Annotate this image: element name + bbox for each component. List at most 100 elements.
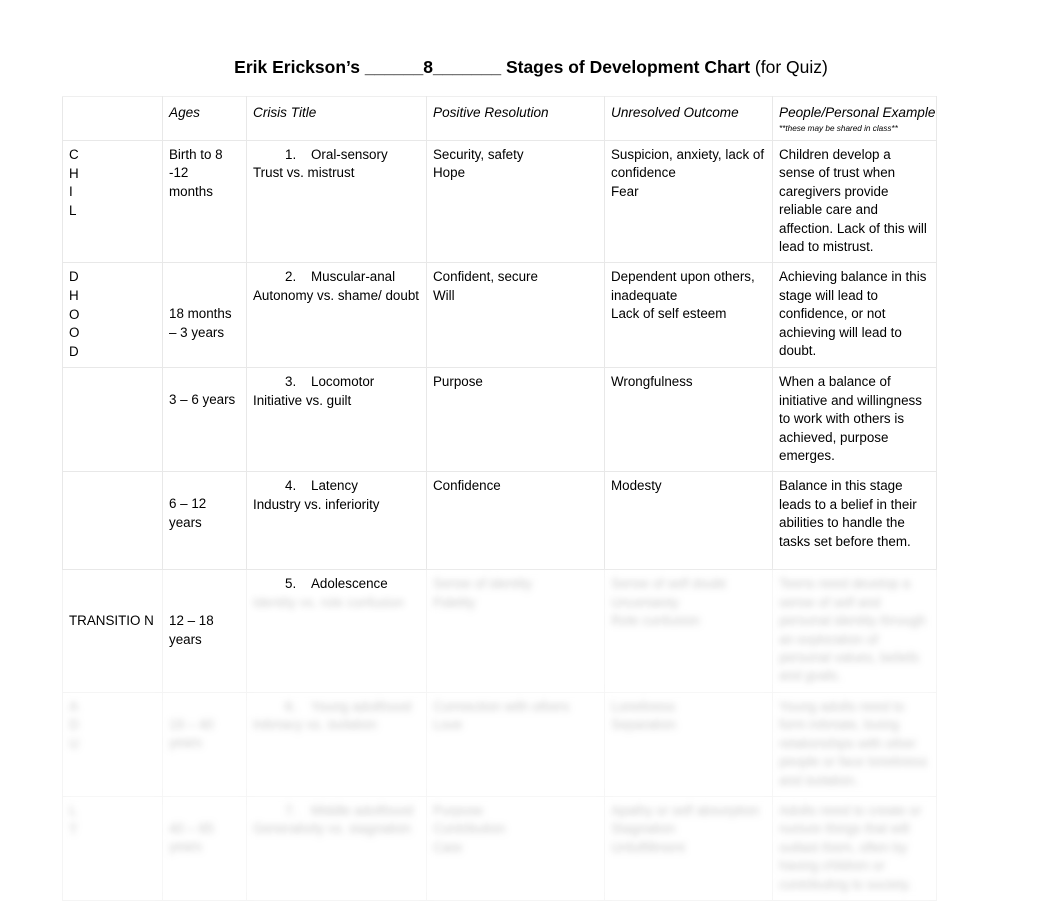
cell-crisis-title: 5. Adolescence Identity vs. role confusio… — [246, 569, 427, 693]
cell-people-example: Achieving balance in this stage will lea… — [772, 262, 937, 369]
ages-line: 19 – 40 — [169, 716, 214, 732]
unresolved-line: Role confusion — [611, 613, 700, 629]
cell-ages: Birth to 8 -12 months — [162, 139, 247, 264]
crisis-subtitle: Industry vs. inferiority — [253, 496, 380, 512]
ages-line: years — [169, 514, 202, 530]
ages-line: years — [169, 839, 202, 855]
table-row: LT 40 – 65 years 7. Middle adulthood Gene… — [62, 795, 937, 901]
positive-line: Will — [433, 287, 455, 303]
stage-letter: O — [69, 325, 80, 341]
crisis-number: 6. — [285, 698, 297, 714]
cell-stage: C H I L — [62, 139, 163, 264]
cell-stage — [62, 367, 163, 473]
positive-line: Hope — [433, 165, 466, 181]
crisis-subtitle: Autonomy vs. shame/ doubt — [253, 287, 419, 303]
header-positive-resolution: Positive Resolution — [426, 96, 605, 141]
stage-letter: H — [69, 288, 79, 304]
cell-positive-resolution: Purpose — [426, 367, 605, 473]
crisis-name-line: 3. Locomotor — [253, 373, 420, 391]
header-ages-label: Ages — [169, 105, 200, 120]
development-chart: Ages Crisis Title Positive Resolution Un… — [62, 96, 937, 901]
cell-unresolved-outcome: Loneliness Separation — [604, 691, 773, 797]
unresolved-line: Dependent upon others, — [611, 269, 755, 285]
header-people-example-note: **these may be shared in class** — [779, 124, 898, 133]
cell-people-example: Children develop a sense of trust when c… — [772, 139, 937, 264]
ages-line: years — [169, 735, 202, 751]
unresolved-line: Uncertainty — [611, 594, 679, 610]
table-row: TRANSITIO N 12 – 18 years 5. Adolescence … — [62, 569, 937, 693]
unresolved-line: confidence — [611, 165, 676, 181]
stage-letter: D — [69, 343, 79, 359]
cell-unresolved-outcome: Wrongfulness — [604, 367, 773, 473]
page-title-bold: Erik Erickson’s ______8_______ Stages of… — [234, 57, 751, 77]
positive-line: Confidence — [433, 478, 501, 494]
header-positive-resolution-label: Positive Resolution — [433, 105, 549, 120]
cell-positive-resolution: Security, safety Hope — [426, 139, 605, 264]
ages-line: 12 – 18 — [169, 613, 214, 629]
table-row: 6 – 12 years 4. Latency Industry vs. infe… — [62, 471, 937, 571]
ages-line: 18 months — [169, 306, 232, 322]
cell-ages: 12 – 18 years — [162, 569, 247, 693]
stage-letter: D — [69, 269, 79, 285]
cell-unresolved-outcome: Modesty — [604, 471, 773, 571]
page-title-suffix: (for Quiz) — [754, 57, 828, 77]
crisis-number: 3. — [285, 374, 297, 390]
unresolved-line: Lack of self esteem — [611, 306, 727, 322]
positive-line: Confident, secure — [433, 269, 538, 285]
cell-stage: TRANSITIO N — [62, 569, 163, 693]
cell-ages: 40 – 65 years — [162, 795, 247, 901]
document-page: Erik Erickson’s ______8_______ Stages of… — [0, 0, 1062, 901]
cell-people-example: Teens need develop a sense of self and p… — [772, 569, 937, 693]
unresolved-line: Separation — [611, 717, 676, 733]
table-row: D H O O D 18 months – 3 years 2. Muscula… — [62, 262, 937, 369]
crisis-name: Muscular-anal — [311, 269, 396, 285]
crisis-subtitle: Generativity vs. stagnation — [253, 821, 411, 837]
cell-stage: ADU — [62, 691, 163, 797]
positive-line: Purpose — [433, 802, 483, 818]
cell-crisis-title: 7. Middle adulthood Generativity vs. stag… — [246, 795, 427, 901]
cell-people-example: Balance in this stage leads to a belief … — [772, 471, 937, 571]
cell-ages: 3 – 6 years — [162, 367, 247, 473]
header-people-example-label: People/Personal Example — [779, 105, 936, 120]
cell-people-example: When a balance of initiative and willing… — [772, 367, 937, 473]
chart-table: Ages Crisis Title Positive Resolution Un… — [62, 96, 937, 901]
ages-line: 6 – 12 — [169, 496, 207, 512]
cell-positive-resolution: Purpose Contribution Care — [426, 795, 605, 901]
header-unresolved-outcome: Unresolved Outcome — [604, 96, 773, 141]
ages-line: 40 – 65 — [169, 820, 214, 836]
cell-ages: 18 months – 3 years — [162, 262, 247, 369]
header-unresolved-outcome-label: Unresolved Outcome — [611, 105, 739, 120]
cell-positive-resolution: Sense of identity Fidelity — [426, 569, 605, 693]
crisis-subtitle: Trust vs. mistrust — [253, 165, 355, 181]
positive-line: Care — [433, 839, 463, 855]
table-header-row: Ages Crisis Title Positive Resolution Un… — [62, 96, 937, 141]
stage-letters: D H O O D — [69, 268, 156, 361]
header-crisis-title: Crisis Title — [246, 96, 427, 141]
cell-crisis-title: 3. Locomotor Initiative vs. guilt — [246, 367, 427, 473]
cell-stage: LT — [62, 795, 163, 901]
crisis-name: Locomotor — [311, 374, 375, 390]
cell-ages: 6 – 12 years — [162, 471, 247, 571]
stage-letters: LT — [69, 802, 78, 837]
cell-unresolved-outcome: Dependent upon others, inadequate Lack o… — [604, 262, 773, 369]
unresolved-line: Unfulfillment — [611, 839, 685, 855]
stage-letter: H — [69, 165, 79, 181]
crisis-name: Young adulthood — [311, 698, 412, 714]
stage-letters: ADU — [69, 698, 79, 752]
header-crisis-title-label: Crisis Title — [253, 105, 317, 120]
positive-line: Fidelity — [433, 594, 476, 610]
unresolved-line: Wrongfulness — [611, 374, 693, 390]
cell-stage — [62, 471, 163, 571]
positive-line: Contribution — [433, 821, 506, 837]
cell-crisis-title: 4. Latency Industry vs. inferiority — [246, 471, 427, 571]
unresolved-line: Sense of self doubt — [611, 576, 726, 592]
crisis-number: 7. — [285, 802, 297, 818]
cell-positive-resolution: Confidence — [426, 471, 605, 571]
cell-unresolved-outcome: Suspicion, anxiety, lack of confidence F… — [604, 139, 773, 264]
positive-line: Connection with others — [433, 698, 570, 714]
crisis-name: Middle adulthood — [311, 802, 413, 818]
crisis-name: Latency — [311, 478, 358, 494]
crisis-name-line: 7. Middle adulthood — [253, 802, 420, 820]
cell-ages: 19 – 40 years — [162, 691, 247, 797]
positive-line: Love — [433, 717, 463, 733]
